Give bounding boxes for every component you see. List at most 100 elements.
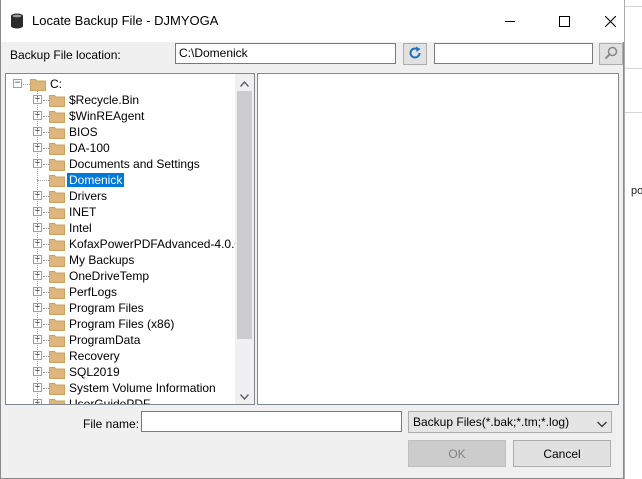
tree-node-label: Program Files (x86) xyxy=(69,317,175,331)
tree-connector xyxy=(43,404,49,405)
close-icon xyxy=(604,15,616,27)
background-window: po xyxy=(624,0,642,479)
refresh-icon xyxy=(408,46,422,63)
tree-node[interactable]: + My Backups xyxy=(6,252,236,268)
tree-node[interactable]: + Intel xyxy=(6,220,236,236)
folder-icon xyxy=(49,334,65,347)
backup-file-location-input[interactable]: C:\Domenick xyxy=(175,43,396,64)
folder-icon xyxy=(49,110,65,123)
folder-icon xyxy=(49,398,65,404)
file-name-input[interactable] xyxy=(141,411,402,432)
backup-file-location-label: Backup File location: xyxy=(10,48,121,62)
tree-node[interactable]: + PerfLogs xyxy=(6,284,236,300)
tree-node[interactable]: + Documents and Settings xyxy=(6,156,236,172)
search-icon xyxy=(604,46,618,63)
tree-node-label: Domenick xyxy=(67,173,125,187)
cancel-button[interactable]: Cancel xyxy=(513,440,611,467)
tree-node-label: INET xyxy=(69,205,97,219)
folder-tree[interactable]: − C: + $Recycle.Bin + $WinREAgent + BIOS + DA-1… xyxy=(5,73,255,405)
tree-connector xyxy=(37,90,38,404)
tree-node[interactable]: + KofaxPowerPDFAdvanced-4.0.0 xyxy=(6,236,241,252)
tree-node[interactable]: + Program Files (x86) xyxy=(6,316,236,332)
tree-node-label: KofaxPowerPDFAdvanced-4.0.0 xyxy=(69,237,242,251)
tree-node-label: System Volume Information xyxy=(69,381,216,395)
maximize-icon xyxy=(558,15,570,27)
tree-node-label: Intel xyxy=(69,221,92,235)
folder-icon xyxy=(49,174,65,187)
tree-node-label: Drivers xyxy=(69,189,107,203)
folder-icon xyxy=(49,382,65,395)
folder-icon xyxy=(49,94,65,107)
search-button[interactable] xyxy=(599,43,623,65)
folder-icon xyxy=(49,126,65,139)
tree-node[interactable]: + $WinREAgent xyxy=(6,108,236,124)
tree-node[interactable]: + SQL2019 xyxy=(6,364,236,380)
scroll-down-button[interactable] xyxy=(235,387,254,404)
locate-backup-file-dialog: Locate Backup File - DJMYOGA Backup File… xyxy=(0,0,624,479)
scrollbar-thumb[interactable] xyxy=(237,91,252,339)
tree-node[interactable]: + Program Files xyxy=(6,300,236,316)
tree-node[interactable]: + System Volume Information xyxy=(6,380,236,396)
tree-node-label: UserGuidePDF xyxy=(69,397,151,405)
tree-node-label: Program Files xyxy=(69,301,144,315)
background-text-fragment: po xyxy=(631,185,642,197)
cancel-button-label: Cancel xyxy=(543,446,581,461)
tree-node[interactable]: + Drivers xyxy=(6,188,236,204)
folder-icon xyxy=(49,366,65,379)
folder-icon xyxy=(49,158,65,171)
tree-node[interactable]: + Recovery xyxy=(6,348,236,364)
tree-node-label: ProgramData xyxy=(69,333,141,347)
file-list-panel[interactable] xyxy=(257,73,619,405)
folder-icon xyxy=(49,286,65,299)
folder-icon xyxy=(49,238,65,251)
tree-node-label: Recovery xyxy=(69,349,120,363)
folder-icon xyxy=(49,222,65,235)
tree-node-label: C: xyxy=(50,77,62,91)
folder-icon xyxy=(49,190,65,203)
tree-node-root[interactable]: − C: xyxy=(6,76,236,92)
tree-node[interactable]: + BIOS xyxy=(6,124,236,140)
close-button[interactable] xyxy=(587,0,633,42)
tree-node-label: OneDriveTemp xyxy=(69,269,150,283)
folder-icon xyxy=(49,270,65,283)
tree-node-label: PerfLogs xyxy=(69,285,118,299)
tree-node[interactable]: + OneDriveTemp xyxy=(6,268,236,284)
folder-tree-list: − C: + $Recycle.Bin + $WinREAgent + BIOS + DA-1… xyxy=(6,76,241,405)
tree-node-label: $Recycle.Bin xyxy=(69,93,140,107)
background-divider xyxy=(625,112,642,113)
window-title: Locate Backup File - DJMYOGA xyxy=(32,13,219,28)
scroll-up-button[interactable] xyxy=(235,74,254,91)
tree-node[interactable]: + $Recycle.Bin xyxy=(6,92,236,108)
folder-icon xyxy=(49,142,65,155)
background-divider xyxy=(625,68,642,69)
ok-button[interactable]: OK xyxy=(408,440,506,467)
tree-node[interactable]: + UserGuidePDF xyxy=(6,396,236,405)
search-input[interactable] xyxy=(434,43,593,64)
maximize-button[interactable] xyxy=(541,0,587,42)
tree-node[interactable]: Domenick xyxy=(6,172,236,188)
tree-vertical-scrollbar[interactable] xyxy=(235,74,254,404)
refresh-button[interactable] xyxy=(403,43,427,65)
tree-connector xyxy=(23,84,30,85)
tree-node[interactable]: + INET xyxy=(6,204,236,220)
chevron-down-icon xyxy=(239,389,250,403)
tree-node[interactable]: + ProgramData xyxy=(6,332,236,348)
chevron-up-icon xyxy=(239,76,250,90)
tree-node-label: BIOS xyxy=(69,125,98,139)
tree-node-label: Documents and Settings xyxy=(69,157,200,171)
tree-node-label: My Backups xyxy=(69,253,135,267)
tree-connector xyxy=(37,180,49,181)
minimize-button[interactable] xyxy=(487,0,533,42)
title-bar[interactable]: Locate Backup File - DJMYOGA xyxy=(1,0,624,42)
file-type-dropdown[interactable]: Backup Files(*.bak;*.tm;*.log) xyxy=(408,411,612,433)
collapse-icon[interactable]: − xyxy=(13,79,22,88)
tree-node-label: $WinREAgent xyxy=(69,109,145,123)
file-name-label: File name: xyxy=(83,417,140,431)
chevron-down-icon xyxy=(597,417,607,431)
tree-node[interactable]: + DA-100 xyxy=(6,140,236,156)
database-icon xyxy=(10,13,24,29)
tree-node-label: SQL2019 xyxy=(69,365,120,379)
folder-icon xyxy=(30,78,46,91)
tree-node-label: DA-100 xyxy=(69,141,110,155)
file-type-selected: Backup Files(*.bak;*.tm;*.log) xyxy=(413,415,570,429)
